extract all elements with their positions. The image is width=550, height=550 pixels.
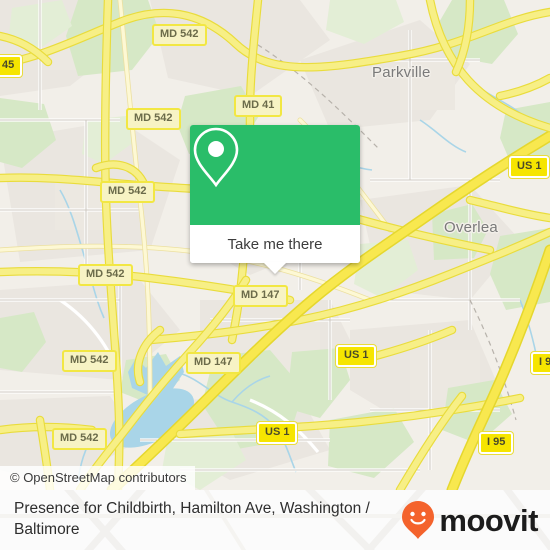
road-shield[interactable]: US 1 — [509, 156, 550, 178]
take-me-there-button[interactable]: Take me there — [190, 225, 360, 263]
map-screenshot: .land{fill:#f2efe9} .green{fill:#d6e8c6}… — [0, 0, 550, 550]
road-shield[interactable]: I 95 — [531, 352, 550, 374]
location-title: Presence for Childbirth, Hamilton Ave, W… — [14, 500, 370, 538]
road-shield[interactable]: MD 41 — [234, 95, 283, 117]
place-label: Overlea — [444, 219, 498, 236]
popup-tail — [263, 262, 287, 274]
road-shield[interactable]: MD 542 — [100, 181, 155, 203]
footer-bar: Presence for Childbirth, Hamilton Ave, W… — [0, 490, 550, 550]
road-shield[interactable]: US 1 — [336, 345, 377, 367]
road-shield[interactable]: MD 147 — [186, 352, 241, 374]
road-shield[interactable]: MD 542 — [62, 350, 117, 372]
road-shield[interactable]: MD 542 — [78, 264, 133, 286]
take-me-there-label: Take me there — [227, 235, 323, 253]
road-shield[interactable]: 45 — [0, 55, 23, 77]
moovit-wordmark: moovit — [439, 502, 538, 538]
road-shield[interactable]: MD 542 — [126, 108, 181, 130]
location-popup-card[interactable]: Take me there — [190, 125, 360, 274]
popup-header — [190, 125, 360, 225]
moovit-smile-pin-icon — [402, 501, 435, 539]
osm-attribution[interactable]: © OpenStreetMap contributors — [0, 466, 195, 490]
road-shield[interactable]: I 95 — [479, 432, 514, 454]
map-canvas[interactable]: .land{fill:#f2efe9} .green{fill:#d6e8c6}… — [0, 0, 550, 490]
road-shield[interactable]: US 1 — [257, 422, 298, 444]
moovit-logo[interactable]: moovit — [401, 500, 538, 540]
place-label: Parkville — [372, 64, 431, 81]
road-shield[interactable]: MD 542 — [52, 428, 107, 450]
map-pin-icon — [193, 127, 239, 188]
road-shield[interactable]: MD 542 — [152, 24, 207, 46]
road-shield[interactable]: MD 147 — [233, 285, 288, 307]
